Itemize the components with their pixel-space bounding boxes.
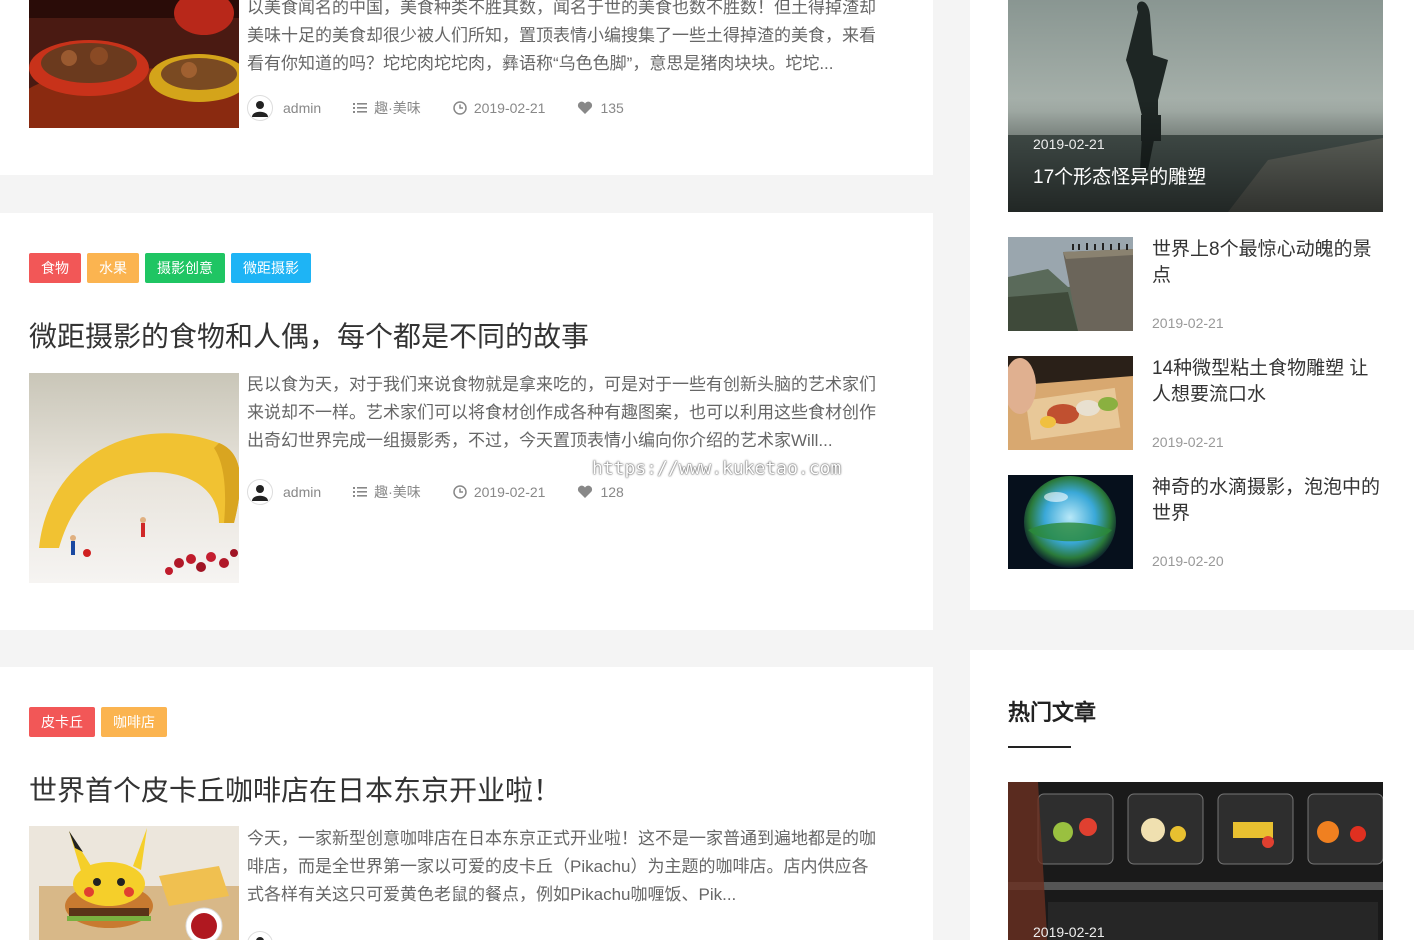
clock-icon — [453, 101, 467, 115]
excerpt-line: 民以食为天，对于我们来说食物就是拿来吃的，可是对于一些有创新头脑的艺术家们 — [247, 375, 876, 394]
sidebar-article[interactable]: 神奇的水滴摄影，泡泡中的世界 2019-02-20 — [1008, 475, 1383, 569]
article-date: 2019-02-21 — [1152, 434, 1224, 450]
post-card: 食物 水果 摄影创意 微距摄影 微距摄影的食物和人偶，每个都是不同的故事 民以食… — [0, 213, 933, 630]
excerpt-line: 美味十足的美食却很少被人们所知，置顶表情小编搜集了一些土得掉渣的美食，来看 — [247, 26, 876, 45]
title-underline — [1008, 746, 1071, 748]
author-link[interactable] — [247, 931, 283, 940]
article-title: 14种微型粘土食物雕塑 让人想要流口水 — [1152, 358, 1369, 405]
post-thumbnail[interactable] — [29, 826, 239, 940]
excerpt-line: 式各样有关这只可爱黄色老鼠的餐点，例如Pikachu咖喱饭、Pik... — [247, 885, 737, 904]
post-meta: admin 趣·美味 2019-02-21 128 — [247, 479, 656, 505]
author-link[interactable]: admin — [247, 479, 321, 505]
date-text: 2019-02-21 — [473, 484, 546, 500]
like-button[interactable]: 128 — [577, 484, 624, 500]
heart-icon — [577, 101, 593, 115]
list-icon — [353, 102, 368, 114]
featured-date: 2019-02-21 — [1033, 924, 1105, 940]
featured-date: 2019-02-21 — [1033, 136, 1105, 152]
post-thumbnail[interactable] — [29, 373, 239, 583]
category-link[interactable]: 趣·美味 — [353, 482, 421, 502]
featured-article[interactable]: 2019-02-21 17个形态怪异的雕塑 — [1008, 0, 1383, 212]
sidebar-widget-recent: 2019-02-21 17个形态怪异的雕塑 世界上8个最惊心动魄的景点 2019… — [970, 0, 1414, 610]
author-name: admin — [283, 100, 322, 116]
tag-list: 食物 水果 摄影创意 微距摄影 — [29, 253, 317, 283]
post-date: 2019-02-21 — [453, 484, 546, 500]
post-card: 以美食闻名的中国，美食种类不胜其数，闻名于世的美食也数不胜数！但土得掉渣却 美味… — [0, 0, 933, 175]
like-count: 128 — [600, 484, 624, 500]
article-thumbnail — [1008, 356, 1133, 450]
widget-title: 热门文章 — [1008, 700, 1097, 725]
tag[interactable]: 咖啡店 — [101, 707, 167, 737]
post-title[interactable]: 世界首个皮卡丘咖啡店在日本东京开业啦！ — [29, 769, 561, 809]
article-title: 神奇的水滴摄影，泡泡中的世界 — [1152, 477, 1381, 524]
excerpt-line: 以美食闻名的中国，美食种类不胜其数，闻名于世的美食也数不胜数！但土得掉渣却 — [247, 0, 876, 17]
post-thumbnail[interactable] — [29, 0, 239, 128]
post-date: 2019-02-21 — [453, 100, 546, 116]
post-excerpt: 今天，一家新型创意咖啡店在日本东京正式开业啦！这不是一家普通到遍地都是的咖 啡店… — [247, 825, 897, 909]
avatar — [247, 95, 273, 121]
excerpt-line: 今天，一家新型创意咖啡店在日本东京正式开业啦！这不是一家普通到遍地都是的咖 — [247, 829, 876, 848]
tag[interactable]: 微距摄影 — [231, 253, 311, 283]
list-icon — [353, 486, 368, 498]
sidebar-article[interactable]: 14种微型粘土食物雕塑 让人想要流口水 2019-02-21 — [1008, 356, 1383, 450]
post-meta: admin 趣·美味 2019-02-21 135 — [247, 95, 656, 121]
excerpt-line: 啡店，而是全世界第一家以可爱的皮卡丘（Pikachu）为主题的咖啡店。店内供应各 — [247, 857, 869, 876]
date-text: 2019-02-21 — [473, 100, 546, 116]
user-icon — [252, 101, 268, 117]
like-count: 135 — [600, 100, 624, 116]
post-meta — [247, 931, 315, 940]
post-card: 皮卡丘 咖啡店 世界首个皮卡丘咖啡店在日本东京开业啦！ 今天，一家新型创意咖啡店… — [0, 667, 933, 940]
tag[interactable]: 食物 — [29, 253, 81, 283]
user-icon — [252, 485, 268, 501]
excerpt-line: 看有你知道的吗？坨坨肉坨坨肉，彝语称“乌色色脚”，意思是猪肉块块。坨坨... — [247, 54, 834, 73]
excerpt-line: 来说却不一样。艺术家们可以将食材创作成各种有趣图案，也可以利用这些食材创作 — [247, 403, 876, 422]
heart-icon — [577, 485, 593, 499]
tag[interactable]: 皮卡丘 — [29, 707, 95, 737]
author-name: admin — [283, 484, 322, 500]
user-icon — [256, 937, 264, 940]
post-excerpt: 以美食闻名的中国，美食种类不胜其数，闻名于世的美食也数不胜数！但土得掉渣却 美味… — [247, 0, 897, 78]
featured-title: 17个形态怪异的雕塑 — [1033, 167, 1207, 188]
clock-icon — [453, 485, 467, 499]
like-button[interactable]: 135 — [577, 100, 624, 116]
article-thumbnail — [1008, 475, 1133, 569]
post-title[interactable]: 微距摄影的食物和人偶，每个都是不同的故事 — [29, 315, 589, 355]
watermark: https://www.kuketao.com — [592, 458, 842, 479]
sidebar-article[interactable]: 世界上8个最惊心动魄的景点 2019-02-21 — [1008, 237, 1383, 331]
article-date: 2019-02-20 — [1152, 553, 1224, 569]
category-name: 趣·美味 — [374, 100, 421, 116]
post-excerpt: 民以食为天，对于我们来说食物就是拿来吃的，可是对于一些有创新头脑的艺术家们 来说… — [247, 371, 897, 455]
category-link[interactable]: 趣·美味 — [353, 98, 421, 118]
avatar — [247, 931, 273, 940]
tag-list: 皮卡丘 咖啡店 — [29, 707, 173, 737]
tag[interactable]: 摄影创意 — [145, 253, 225, 283]
avatar — [247, 479, 273, 505]
article-thumbnail — [1008, 237, 1133, 331]
tag[interactable]: 水果 — [87, 253, 139, 283]
author-link[interactable]: admin — [247, 95, 321, 121]
sidebar-widget-hot: 热门文章 2019-02-21 — [970, 650, 1414, 940]
excerpt-line: 出奇幻世界完成一组摄影秀，不过，今天置顶表情小编向你介绍的艺术家Will... — [247, 431, 833, 450]
article-date: 2019-02-21 — [1152, 315, 1224, 331]
category-name: 趣·美味 — [374, 484, 421, 500]
featured-article[interactable]: 2019-02-21 — [1008, 782, 1383, 940]
article-title: 世界上8个最惊心动魄的景点 — [1152, 239, 1372, 286]
